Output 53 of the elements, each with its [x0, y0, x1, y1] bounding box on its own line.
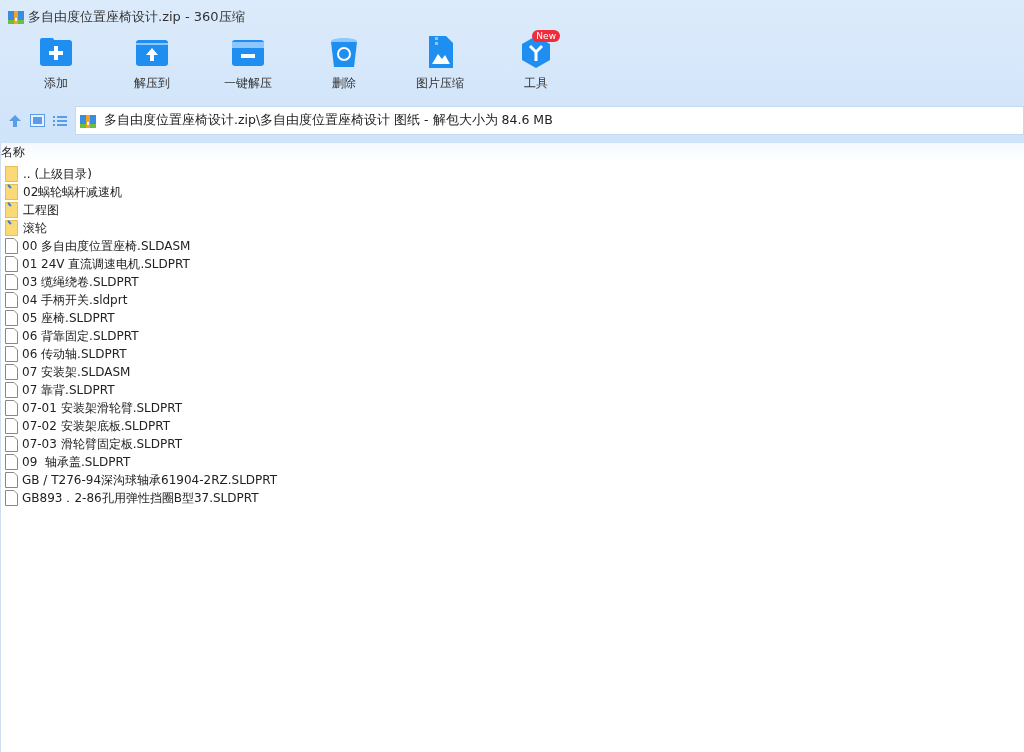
- file-icon: [5, 490, 18, 506]
- archive-icon: [80, 112, 96, 129]
- new-badge: New: [532, 30, 560, 42]
- panel-view-icon[interactable]: [30, 114, 45, 127]
- file-name[interactable]: 04 手柄开关.sldprt: [22, 291, 128, 309]
- file-icon: [5, 364, 18, 380]
- address-bar[interactable]: 多自由度位置座椅设计.zip\多自由度位置座椅设计 图纸 - 解包大小为 84.6 MB: [75, 106, 1024, 135]
- window-title: 多自由度位置座椅设计.zip - 360压缩: [28, 8, 245, 27]
- toolbar-button[interactable]: New 工具: [496, 30, 576, 92]
- file-name[interactable]: 07-01 安装架滑轮臂.SLDPRT: [22, 399, 183, 417]
- file-icon: [5, 382, 18, 398]
- toolbar-button[interactable]: 删除: [304, 30, 384, 92]
- file-name[interactable]: 00 多自由度位置座椅.SLDASM: [22, 237, 191, 255]
- file-icon: [5, 436, 18, 452]
- file-name[interactable]: 07 靠背.SLDPRT: [22, 381, 115, 399]
- file-icon: [5, 400, 18, 416]
- file-icon: [5, 274, 18, 290]
- file-name[interactable]: .. (上级目录): [23, 165, 92, 183]
- file-icon: [5, 418, 18, 434]
- toolbar-button[interactable]: 解压到: [112, 30, 192, 92]
- file-name[interactable]: 07-02 安装架底板.SLDPRT: [22, 417, 171, 435]
- file-name[interactable]: 滚轮: [23, 219, 47, 237]
- folder-shortcut-icon: [5, 202, 19, 218]
- folder-shortcut-icon: [5, 220, 19, 236]
- file-icon: [5, 310, 18, 326]
- file-name[interactable]: 01 24V 直流调速电机.SLDPRT: [22, 255, 190, 273]
- folder-shortcut-icon: [5, 184, 19, 200]
- file-icon: [5, 256, 18, 272]
- list-view-icon[interactable]: [53, 114, 67, 127]
- file-name[interactable]: GB893．2-86孔用弹性挡圈B型37.SLDPRT: [22, 489, 259, 507]
- archive-icon: [8, 9, 24, 25]
- file-name[interactable]: 07-03 滑轮臂固定板.SLDPRT: [22, 435, 183, 453]
- file-name[interactable]: 工程图: [23, 201, 59, 219]
- file-name[interactable]: 03 缆绳绕卷.SLDPRT: [22, 273, 139, 291]
- up-arrow-icon[interactable]: [8, 113, 22, 128]
- file-name[interactable]: 06 背靠固定.SLDPRT: [22, 327, 139, 345]
- file-icon: [5, 454, 18, 470]
- toolbar-button[interactable]: 图片压缩: [400, 30, 480, 92]
- file-icon: [5, 328, 18, 344]
- file-icon: [5, 346, 18, 362]
- file-name[interactable]: 02蜗轮蜗杆减速机: [23, 183, 123, 201]
- file-name[interactable]: 06 传动轴.SLDPRT: [22, 345, 127, 363]
- column-header[interactable]: 名称: [1, 143, 1024, 161]
- file-name[interactable]: GB / T276-94深沟球轴承61904-2RZ.SLDPRT: [22, 471, 278, 489]
- file-icon: [5, 472, 18, 488]
- file-icon: [5, 292, 18, 308]
- file-name[interactable]: 07 安装架.SLDASM: [22, 363, 131, 381]
- file-name[interactable]: 09 轴承盖.SLDPRT: [22, 453, 131, 471]
- toolbar-button[interactable]: 一键解压: [208, 30, 288, 92]
- file-icon: [5, 238, 18, 254]
- folder-icon: [5, 166, 19, 182]
- file-name[interactable]: 05 座椅.SLDPRT: [22, 309, 115, 327]
- toolbar-button[interactable]: 添加: [16, 30, 96, 92]
